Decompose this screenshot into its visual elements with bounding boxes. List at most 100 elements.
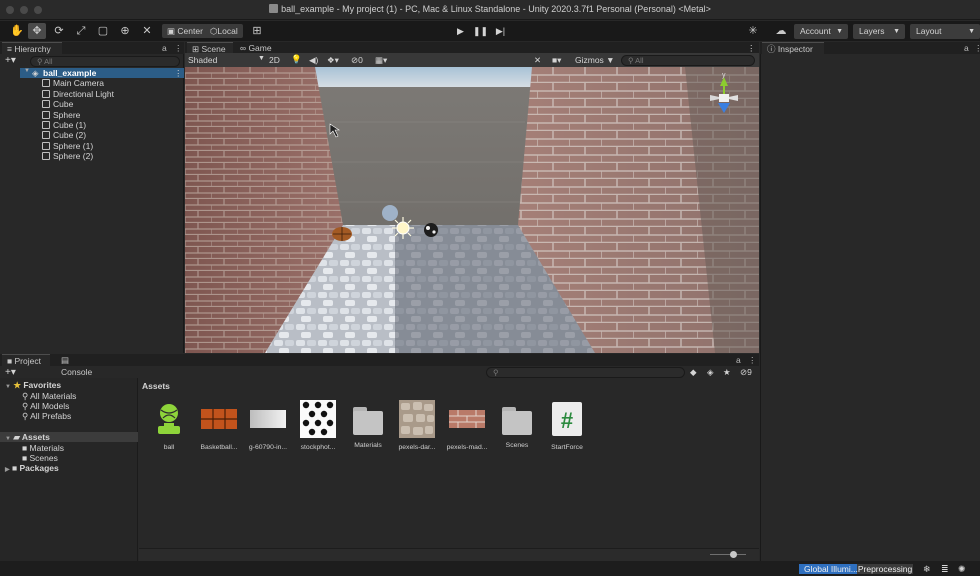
- asset-tile[interactable]: # StartForce: [546, 400, 588, 451]
- svg-text:#: #: [561, 408, 573, 433]
- project-footer: [139, 548, 759, 561]
- lock-icon[interactable]: a: [736, 355, 741, 365]
- account-dropdown[interactable]: Account ▼: [794, 24, 848, 39]
- hierarchy-item[interactable]: Sphere (2): [42, 151, 93, 161]
- gizmos-dropdown[interactable]: Gizmos ▼: [575, 55, 615, 65]
- hierarchy-item[interactable]: Sphere (1): [42, 141, 93, 151]
- svg-text:y: y: [722, 72, 726, 79]
- expand-triangle-icon: ▼: [5, 384, 11, 390]
- lighting-toggle-icon[interactable]: 💡: [291, 54, 302, 65]
- scene-search-input[interactable]: ⚲ All: [621, 55, 755, 66]
- chevron-down-icon: ▼: [836, 28, 843, 35]
- asset-tile[interactable]: Materials: [347, 400, 389, 449]
- asset-tile[interactable]: Scenes: [496, 400, 538, 449]
- rotate-tool-icon[interactable]: ⟳: [50, 23, 68, 39]
- tools-icon[interactable]: ✕: [534, 55, 541, 66]
- debug-mode-icon[interactable]: ✺: [958, 564, 966, 575]
- tab-project[interactable]: ■ Project: [2, 354, 50, 366]
- effects-toggle-icon[interactable]: ❖▾: [327, 55, 339, 66]
- folder-tree-item[interactable]: ■ Materials: [22, 443, 64, 453]
- scale-tool-icon[interactable]: ⤢: [72, 23, 90, 39]
- collab-cloud-icon[interactable]: ☁: [772, 23, 790, 39]
- services-icon[interactable]: ✳: [744, 23, 762, 39]
- scene-viewport[interactable]: y: [185, 67, 759, 353]
- more-options-icon[interactable]: ⋮: [748, 355, 757, 366]
- move-tool-icon[interactable]: ✥: [28, 23, 46, 39]
- favorites-section[interactable]: ▼ ★ Favorites: [5, 380, 61, 391]
- play-button[interactable]: ▶: [451, 24, 470, 39]
- favorites-item[interactable]: ⚲ All Prefabs: [22, 411, 71, 422]
- asset-tile[interactable]: Basketball...: [198, 400, 240, 451]
- pause-button[interactable]: ❚❚: [471, 24, 490, 39]
- folder-icon: ■: [22, 453, 28, 463]
- hierarchy-item[interactable]: Cube (1): [42, 120, 86, 130]
- hierarchy-search-input[interactable]: ⚲ All: [30, 56, 180, 67]
- icon-size-slider[interactable]: [710, 554, 746, 555]
- hidden-packages-toggle[interactable]: ⊘9: [740, 367, 752, 378]
- step-button[interactable]: ▶|: [491, 24, 510, 39]
- progress-label[interactable]: Global Illumi...Preprocessing: [804, 564, 912, 574]
- csharp-script-icon: #: [552, 402, 582, 436]
- folder-tree-item[interactable]: ■ Scenes: [22, 453, 58, 463]
- asset-tile[interactable]: ball: [148, 400, 190, 451]
- hierarchy-item[interactable]: Cube: [42, 99, 73, 109]
- create-add-button[interactable]: +▾: [5, 55, 16, 66]
- transform-tool-icon[interactable]: ⊕: [116, 23, 134, 39]
- expand-triangle-icon: ▼: [5, 436, 11, 442]
- cache-server-icon[interactable]: ≣: [941, 564, 949, 575]
- rect-tool-icon[interactable]: ▢: [94, 23, 112, 39]
- hierarchy-item[interactable]: Main Camera: [42, 78, 104, 88]
- hierarchy-item[interactable]: Cube (2): [42, 130, 86, 140]
- more-options-icon[interactable]: ⋮: [174, 43, 183, 54]
- hand-tool-icon[interactable]: ✋: [8, 23, 26, 39]
- icon-size-slider-handle[interactable]: [730, 551, 737, 558]
- asset-tile[interactable]: pexels-mad...: [446, 400, 488, 451]
- audio-toggle-icon[interactable]: ◀): [309, 55, 318, 66]
- draw-mode-dropdown[interactable]: Shaded ▼: [188, 55, 268, 65]
- search-icon: ⚲: [628, 56, 634, 65]
- hierarchy-item[interactable]: Directional Light: [42, 89, 114, 99]
- asset-tile[interactable]: stockphot...: [297, 400, 339, 451]
- window-title: ball_example - My project (1) - PC, Mac …: [281, 4, 711, 14]
- scene-menu-icon[interactable]: ⋮: [174, 68, 183, 79]
- breadcrumb[interactable]: Assets: [142, 381, 170, 391]
- console-icon: ▤: [61, 355, 70, 365]
- create-asset-button[interactable]: +▾: [5, 367, 16, 378]
- lock-icon[interactable]: a: [964, 43, 969, 53]
- unity-file-icon: [269, 4, 279, 13]
- grid-visibility-icon[interactable]: ▦▾: [375, 55, 387, 66]
- grid-snap-icon[interactable]: ⊞: [248, 23, 266, 39]
- asset-tile[interactable]: pexels-dar...: [396, 400, 438, 451]
- packages-folder-row[interactable]: ▶ ■ Packages: [5, 463, 59, 473]
- layers-dropdown[interactable]: Layers ▼: [853, 24, 905, 39]
- hierarchy-item[interactable]: Sphere: [42, 110, 80, 120]
- hidden-objects-toggle[interactable]: ⊘0: [351, 55, 363, 66]
- pivot-center-toggle[interactable]: ▣ Center: [162, 24, 208, 38]
- basketball-texture-icon: [201, 409, 237, 429]
- lock-icon[interactable]: a: [162, 43, 167, 53]
- layout-dropdown[interactable]: Layout ▼: [910, 24, 980, 39]
- project-search-input[interactable]: ⚲: [486, 367, 685, 378]
- title-bar: ball_example - My project (1) - PC, Mac …: [0, 0, 980, 20]
- scene-name: ball_example: [43, 68, 97, 78]
- custom-tool-icon[interactable]: ✕: [138, 23, 156, 39]
- asset-tile[interactable]: g-60790-in...: [247, 400, 289, 451]
- tab-inspector[interactable]: ⓘ Inspector: [762, 42, 824, 54]
- chevron-down-icon: ▼: [258, 55, 265, 62]
- expand-triangle-icon[interactable]: ▼: [24, 68, 30, 74]
- pivot-local-toggle[interactable]: ⬡Local: [205, 24, 243, 38]
- unity-scene-icon: ◈: [32, 68, 39, 78]
- filter-by-label-icon[interactable]: ◈: [707, 367, 714, 378]
- tab-hierarchy[interactable]: ≡ Hierarchy: [2, 42, 62, 54]
- filter-by-type-icon[interactable]: ◆: [690, 367, 697, 378]
- auto-generate-lighting-icon[interactable]: ❄: [923, 564, 931, 575]
- favorites-star-icon[interactable]: ★: [723, 367, 731, 378]
- tab-console[interactable]: ▤ Console: [56, 354, 106, 377]
- folder-icon: ■: [22, 443, 28, 453]
- hierarchy-scene-row[interactable]: ▼ ◈ ball_example ⋮: [20, 68, 184, 78]
- star-icon: ★: [13, 380, 21, 390]
- 2d-toggle[interactable]: 2D: [269, 55, 280, 65]
- assets-folder-row[interactable]: ▼ ▰ Assets: [0, 432, 138, 442]
- camera-settings-icon[interactable]: ■▾: [552, 55, 561, 66]
- more-options-icon[interactable]: ⋮: [974, 43, 980, 54]
